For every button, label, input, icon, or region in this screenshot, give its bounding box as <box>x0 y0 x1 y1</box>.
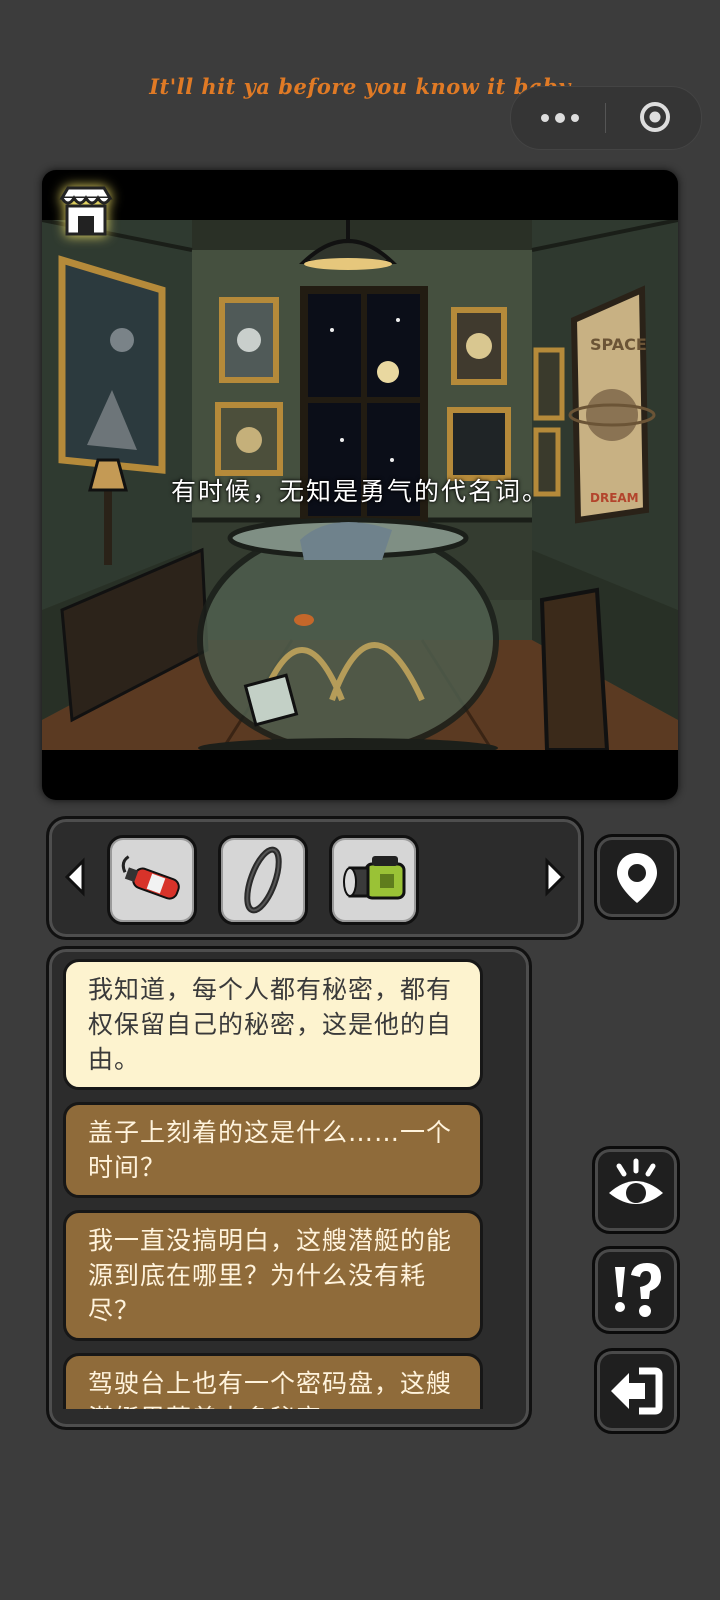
dialogue-list[interactable]: 我知道，每个人都有秘密，都有权保留自己的秘密，这是他的自由。 盖子上刻着的这是什… <box>63 959 483 1409</box>
dialogue-option-4[interactable]: 驾驶台上也有一个密码盘，这艘潜艇里藏着太多秘密。 <box>63 1353 483 1409</box>
poster-space-text: SPACE <box>590 335 647 354</box>
inventory-prev-arrow-icon[interactable] <box>63 857 87 897</box>
dialogue-option-text: 我一直没搞明白，这艘潜艇的能源到底在哪里？为什么没有耗尽？ <box>88 1226 453 1325</box>
dialogue-option-text: 盖子上刻着的这是什么……一个时间？ <box>88 1118 453 1182</box>
dialogue-option-text: 驾驶台上也有一个密码盘，这艘潜艇里藏着太多秘密。 <box>88 1369 453 1409</box>
exclaim-question-icon <box>615 1263 661 1317</box>
dialogue-option-2[interactable]: 盖子上刻着的这是什么……一个时间？ <box>63 1102 483 1198</box>
store-icon[interactable] <box>56 184 116 240</box>
inventory-slot-ring[interactable] <box>218 835 308 925</box>
target-circle-icon[interactable] <box>639 101 671 133</box>
hint-button[interactable] <box>592 1246 680 1334</box>
inventory-bar <box>46 816 584 940</box>
scene-caption: 有时候，无知是勇气的代名词。 <box>170 477 549 506</box>
capsule-divider <box>605 103 606 133</box>
map-pin-icon <box>617 853 657 903</box>
map-button[interactable] <box>594 834 680 920</box>
eye-icon <box>609 1158 663 1204</box>
dialogue-option-3[interactable]: 我一直没搞明白，这艘潜艇的能源到底在哪里？为什么没有耗尽？ <box>63 1210 483 1341</box>
more-dots-icon[interactable] <box>541 87 579 149</box>
fire-extinguisher-icon <box>121 855 180 900</box>
back-button[interactable] <box>594 1348 680 1434</box>
dialogue-option-text: 我知道，每个人都有秘密，都有权保留自己的秘密，这是他的自由。 <box>88 975 453 1074</box>
look-button[interactable] <box>592 1146 680 1234</box>
ring-icon <box>244 846 282 914</box>
dialogue-option-1[interactable]: 我知道，每个人都有秘密，都有权保留自己的秘密，这是他的自由。 <box>63 959 483 1090</box>
scene-view[interactable]: SPACE DREAM 有时候，无知是勇气的代名词。 <box>42 170 678 800</box>
inventory-slot-fire-extinguisher[interactable] <box>107 835 197 925</box>
inventory-next-arrow-icon[interactable] <box>543 857 567 897</box>
exit-arrow-icon <box>611 1367 663 1415</box>
dialogue-panel: 我知道，每个人都有秘密，都有权保留自己的秘密，这是他的自由。 盖子上刻着的这是什… <box>46 946 532 1430</box>
flashlight-icon <box>343 856 406 900</box>
inventory-slot-flashlight[interactable] <box>329 835 419 925</box>
miniprogram-capsule <box>510 86 702 150</box>
